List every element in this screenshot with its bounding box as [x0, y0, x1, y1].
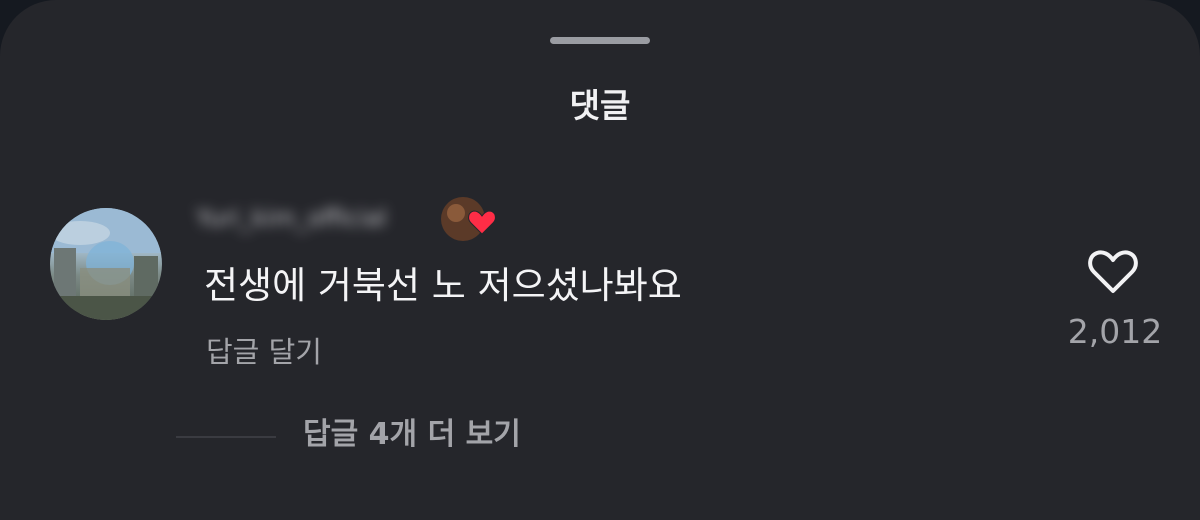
comment-username[interactable]: Yuri_kim_official: [196, 196, 446, 240]
replies-divider: [176, 436, 276, 438]
view-more-replies-button[interactable]: 답글 4개 더 보기: [303, 413, 521, 457]
heart-icon: [441, 197, 496, 241]
comments-sheet: 댓글 Yuri_kim_official 전생에 거북선 노 저으셨나봐요 답글…: [0, 0, 1200, 520]
reply-button[interactable]: 답글 달기: [206, 330, 322, 374]
comment-text: 전생에 거북선 노 저으셨나봐요: [204, 264, 682, 307]
avatar[interactable]: [50, 208, 162, 320]
heart-outline-icon[interactable]: [1086, 246, 1140, 296]
like-count: 2,012: [1067, 312, 1163, 351]
sheet-title: 댓글: [569, 86, 631, 125]
drag-handle[interactable]: [550, 37, 650, 44]
